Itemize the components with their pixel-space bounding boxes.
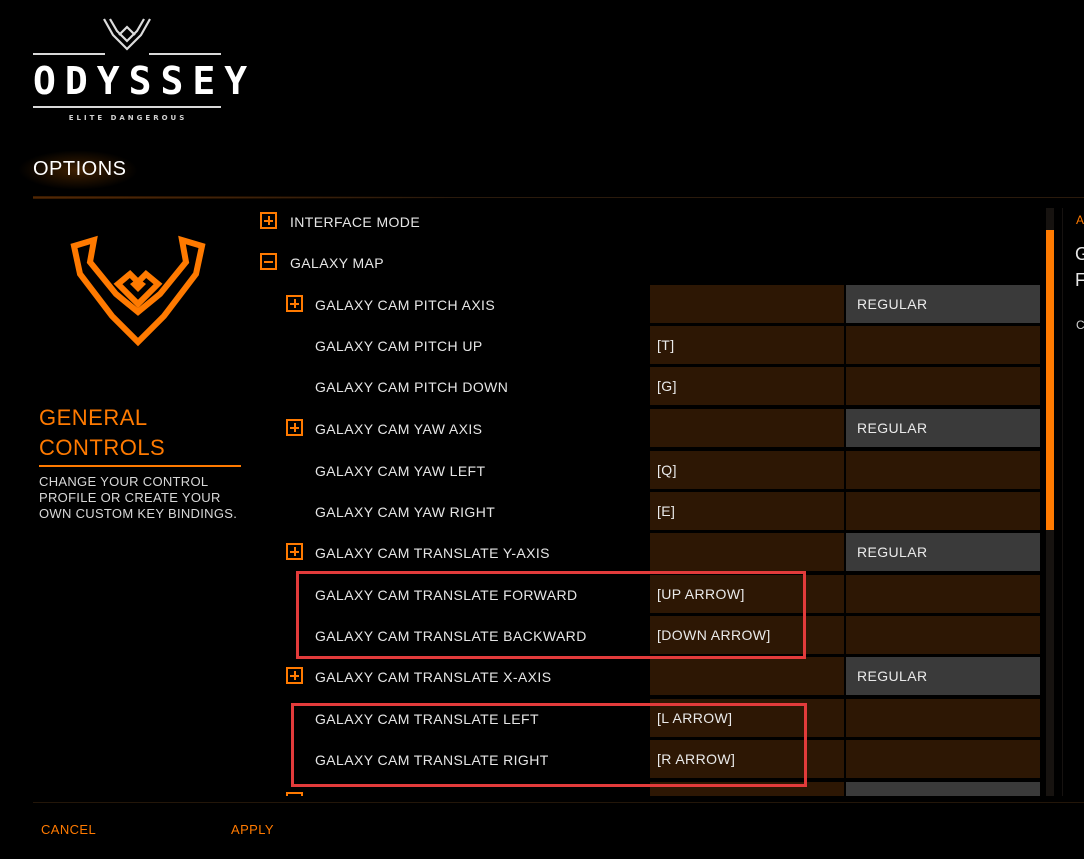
plus-box-icon[interactable]	[286, 792, 303, 796]
plus-box-icon[interactable]	[286, 419, 303, 436]
plus-box-icon[interactable]	[286, 543, 303, 560]
odyssey-logo: ODYSSEY ELITE DANGEROUS	[33, 15, 257, 130]
apply-button[interactable]: APPLY	[231, 822, 274, 837]
logo-wordmark: ODYSSEY	[33, 59, 257, 103]
binding-label: GALAXY CAM PITCH DOWN	[315, 379, 509, 395]
binding-mode-cell[interactable]: REGULAR	[846, 657, 1040, 695]
elite-emblem-icon	[70, 235, 206, 347]
binding-row-translate-y[interactable]: GALAXY CAM TRANSLATE Y-AXIS REGULAR	[258, 533, 1042, 573]
right-panel-text: C	[1076, 318, 1084, 332]
binding-key-cell[interactable]: [Q]	[650, 451, 844, 489]
scrollbar-thumb[interactable]	[1046, 230, 1054, 530]
binding-label: GALAXY CAM PITCH UP	[315, 338, 483, 354]
binding-key-cell[interactable]: [L ARROW]	[650, 699, 844, 737]
category-label: INTERFACE MODE	[290, 214, 421, 230]
binding-row-pitch-axis[interactable]: GALAXY CAM PITCH AXIS REGULAR	[258, 285, 1042, 325]
binding-label: GALAXY CAM TRANSLATE Y-AXIS	[315, 545, 550, 561]
binding-key-cell[interactable]: [E]	[650, 492, 844, 530]
binding-mode-cell[interactable]: REGULAR	[846, 409, 1040, 447]
binding-row-yaw-right[interactable]: GALAXY CAM YAW RIGHT [E]	[258, 492, 1042, 532]
binding-key-cell[interactable]: [G]	[650, 367, 844, 405]
binding-row-translate-right[interactable]: GALAXY CAM TRANSLATE RIGHT [R ARROW]	[258, 740, 1042, 780]
section-title-line1: GENERAL	[39, 405, 148, 430]
right-panel-divider	[1062, 208, 1063, 796]
binding-mode-cell[interactable]	[846, 326, 1040, 364]
category-row-interface-mode[interactable]: INTERFACE MODE	[258, 202, 1042, 242]
binding-label: GALAXY CAM TRANSLATE LEFT	[315, 711, 539, 727]
section-title: GENERAL CONTROLS	[39, 403, 239, 463]
binding-row-translate-left[interactable]: GALAXY CAM TRANSLATE LEFT [L ARROW]	[258, 699, 1042, 739]
section-description: CHANGE YOUR CONTROL PROFILE OR CREATE YO…	[39, 474, 238, 521]
binding-label: GALAXY CAM TRANSLATE FORWARD	[315, 587, 578, 603]
minus-box-icon[interactable]	[260, 253, 277, 270]
plus-box-icon[interactable]	[286, 667, 303, 684]
footer-divider	[33, 802, 1084, 803]
binding-key-cell[interactable]: [UP ARROW]	[650, 575, 844, 613]
binding-label: GALAXY CAM YAW RIGHT	[315, 504, 496, 520]
binding-label: GALAXY CAM TRANSLATE RIGHT	[315, 752, 549, 768]
right-panel-title-line1: G	[1075, 244, 1084, 264]
category-row-galaxy-map[interactable]: GALAXY MAP	[258, 243, 1042, 283]
binding-label: GALAXY CAM PITCH AXIS	[315, 297, 496, 313]
page-title: OPTIONS	[33, 158, 127, 180]
binding-label: GALAXY CAM YAW LEFT	[315, 463, 486, 479]
binding-key-cell[interactable]	[650, 657, 844, 695]
section-divider	[39, 465, 241, 467]
bindings-list[interactable]: INTERFACE MODE GALAXY MAP GALAXY CAM PIT…	[258, 202, 1042, 796]
category-label: GALAXY MAP	[290, 255, 385, 271]
binding-key-cell[interactable]	[650, 285, 844, 323]
elite-dangerous-wings-icon	[103, 18, 151, 51]
binding-mode-cell[interactable]	[846, 451, 1040, 489]
plus-box-icon[interactable]	[286, 295, 303, 312]
binding-row-translate-x[interactable]: GALAXY CAM TRANSLATE X-AXIS REGULAR	[258, 657, 1042, 697]
binding-mode-cell[interactable]: REGULAR	[846, 533, 1040, 571]
binding-row-translate-backward[interactable]: GALAXY CAM TRANSLATE BACKWARD [DOWN ARRO…	[258, 616, 1042, 656]
logo-divider-bottom	[33, 106, 221, 108]
binding-mode-cell[interactable]	[846, 575, 1040, 613]
binding-label: GALAXY CAM YAW AXIS	[315, 421, 483, 437]
binding-key-cell[interactable]	[650, 782, 844, 796]
plus-box-icon[interactable]	[260, 212, 277, 229]
header-divider	[33, 196, 1084, 199]
binding-mode-cell[interactable]	[846, 782, 1040, 796]
binding-mode-cell[interactable]: REGULAR	[846, 285, 1040, 323]
binding-row-pitch-up[interactable]: GALAXY CAM PITCH UP [T]	[258, 326, 1042, 366]
cancel-button[interactable]: CANCEL	[41, 822, 96, 837]
binding-mode-cell[interactable]	[846, 740, 1040, 778]
binding-row-partial[interactable]	[258, 782, 1042, 796]
binding-key-cell[interactable]	[650, 533, 844, 571]
binding-mode-cell[interactable]	[846, 492, 1040, 530]
binding-label: GALAXY CAM TRANSLATE X-AXIS	[315, 669, 552, 685]
binding-label: GALAXY CAM TRANSLATE BACKWARD	[315, 628, 587, 644]
right-panel-title: G F	[1075, 241, 1084, 293]
binding-key-cell[interactable]	[650, 409, 844, 447]
binding-row-translate-forward[interactable]: GALAXY CAM TRANSLATE FORWARD [UP ARROW]	[258, 575, 1042, 615]
binding-key-cell[interactable]: [T]	[650, 326, 844, 364]
binding-key-cell[interactable]: [R ARROW]	[650, 740, 844, 778]
binding-row-yaw-axis[interactable]: GALAXY CAM YAW AXIS REGULAR	[258, 409, 1042, 449]
binding-key-cell[interactable]: [DOWN ARROW]	[650, 616, 844, 654]
binding-mode-cell[interactable]	[846, 616, 1040, 654]
binding-row-pitch-down[interactable]: GALAXY CAM PITCH DOWN [G]	[258, 367, 1042, 407]
logo-subtitle: ELITE DANGEROUS	[68, 114, 188, 122]
section-title-line2: CONTROLS	[39, 435, 166, 460]
logo-divider-top	[33, 53, 221, 55]
right-panel-label: A	[1076, 213, 1084, 227]
binding-row-yaw-left[interactable]: GALAXY CAM YAW LEFT [Q]	[258, 451, 1042, 491]
right-panel-title-line2: F	[1075, 270, 1084, 290]
binding-mode-cell[interactable]	[846, 699, 1040, 737]
binding-mode-cell[interactable]	[846, 367, 1040, 405]
